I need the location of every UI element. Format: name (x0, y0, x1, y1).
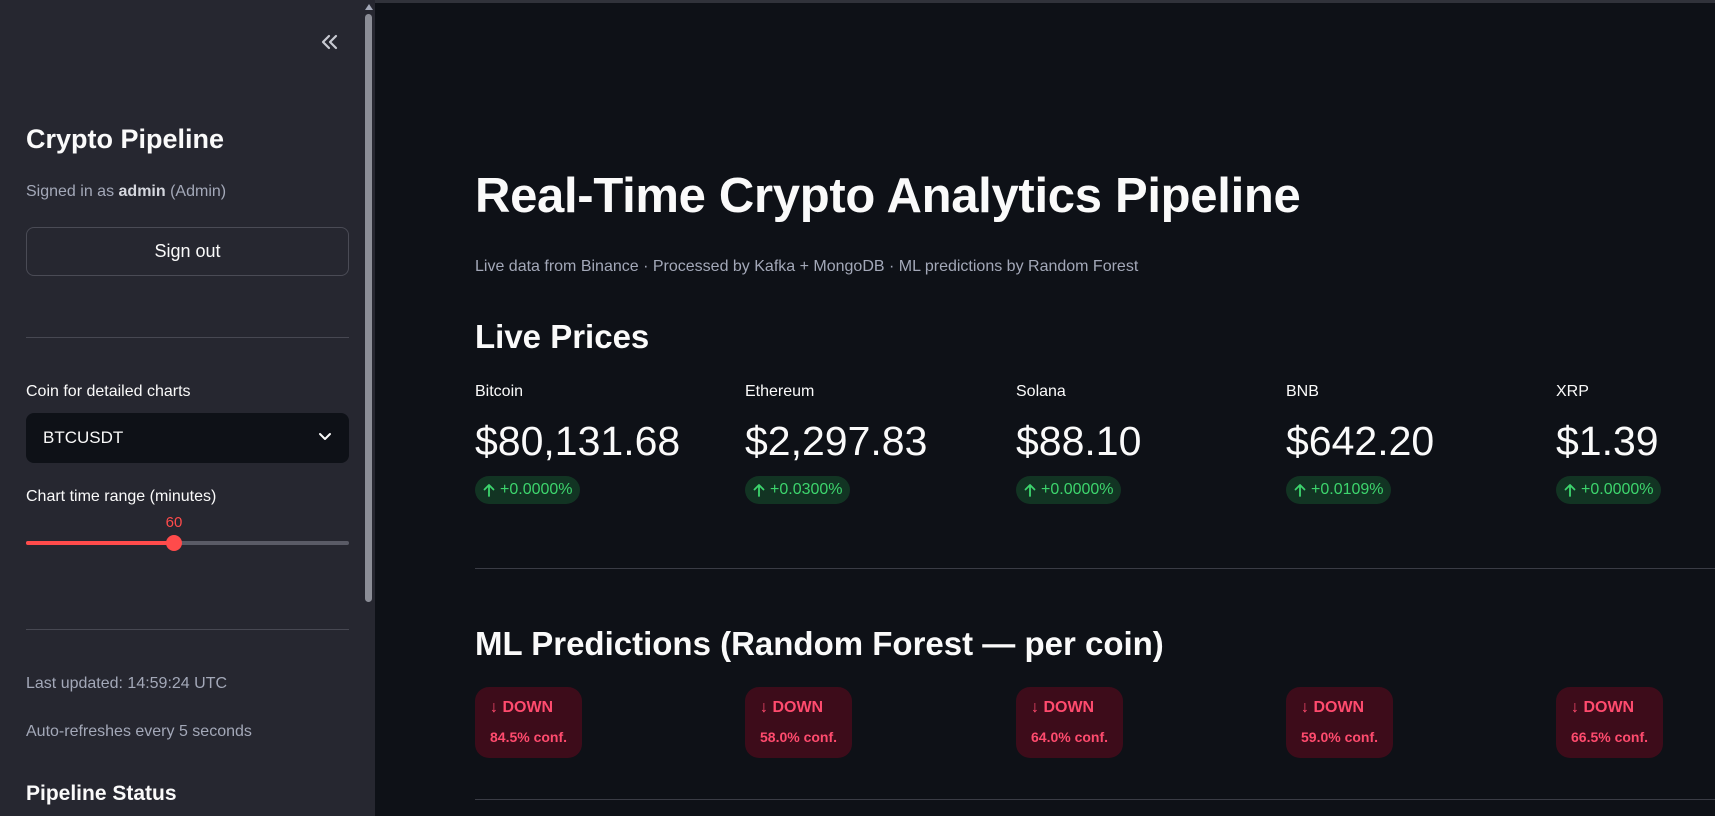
sign-out-button[interactable]: Sign out (26, 227, 349, 276)
price-metric: XRP $1.39 +0.0000% (1556, 383, 1706, 504)
metric-delta: +0.0300% (745, 476, 850, 504)
metric-value: $88.10 (1016, 418, 1142, 464)
metric-label: XRP (1556, 383, 1589, 400)
sidebar: Crypto Pipeline Signed in as admin (Admi… (0, 0, 375, 816)
coin-select[interactable]: BTCUSDT (26, 413, 349, 463)
prediction-direction: ↓ DOWN (1031, 699, 1095, 716)
sidebar-scroll-thumb[interactable] (365, 14, 372, 602)
page-title: Real-Time Crypto Analytics Pipeline (475, 169, 1301, 223)
ml-predictions-heading: ML Predictions (Random Forest — per coin… (475, 625, 1164, 662)
metric-delta-value: +0.0000% (1041, 481, 1114, 498)
metric-delta: +0.0000% (1556, 476, 1661, 504)
prediction-confidence: 66.5% conf. (1571, 729, 1649, 745)
prediction-card: ↓ DOWN 66.5% conf. (1556, 687, 1664, 758)
sidebar-title: Crypto Pipeline (26, 124, 225, 154)
prediction-confidence: 58.0% conf. (760, 729, 838, 745)
signed-in-username: admin (118, 183, 166, 200)
metric-delta-value: +0.0109% (1311, 481, 1384, 498)
arrow-up-icon (1024, 484, 1036, 497)
arrow-up-icon (753, 484, 765, 497)
prediction-direction: ↓ DOWN (1301, 699, 1365, 716)
coin-select-value: BTCUSDT (43, 428, 124, 447)
arrow-up-icon (483, 484, 495, 497)
price-metric: Bitcoin $80,131.68 +0.0000% (475, 383, 725, 504)
top-border (375, 0, 1715, 3)
prediction-confidence: 59.0% conf. (1301, 729, 1379, 745)
price-metric: Solana $88.10 +0.0000% (1016, 383, 1266, 504)
metric-delta: +0.0000% (1016, 476, 1121, 504)
prediction-card: ↓ DOWN 64.0% conf. (1016, 687, 1124, 758)
live-prices-heading: Live Prices (475, 318, 650, 355)
metric-delta-value: +0.0000% (1581, 481, 1654, 498)
signed-in-text: Signed in as admin (Admin) (26, 183, 226, 201)
prediction-confidence: 64.0% conf. (1031, 729, 1109, 745)
range-slider[interactable]: 60 (26, 508, 349, 551)
range-slider-value: 60 (165, 514, 183, 531)
range-slider-label: Chart time range (minutes) (26, 488, 217, 505)
price-metric: BNB $642.20 +0.0109% (1286, 383, 1536, 504)
metric-value: $642.20 (1286, 418, 1435, 464)
page-caption: Live data from Binance · Processed by Ka… (475, 258, 1139, 275)
prediction-card: ↓ DOWN 84.5% conf. (475, 687, 583, 758)
signed-in-prefix: Signed in as (26, 183, 115, 200)
metric-value: $80,131.68 (475, 418, 681, 464)
sidebar-divider (26, 629, 349, 630)
last-updated-text: Last updated: 14:59:24 UTC (26, 675, 228, 692)
prediction-card: ↓ DOWN 59.0% conf. (1286, 687, 1394, 758)
range-slider-fill (26, 541, 174, 545)
arrow-up-icon (1294, 484, 1306, 497)
metric-value: $1.39 (1556, 418, 1659, 464)
metric-label: Ethereum (745, 383, 815, 400)
metric-label: Bitcoin (475, 383, 524, 400)
double-chevron-left-icon[interactable] (316, 28, 344, 56)
coin-select-label: Coin for detailed charts (26, 383, 191, 400)
prediction-direction: ↓ DOWN (490, 699, 554, 716)
metric-label: Solana (1016, 383, 1066, 400)
prediction-direction: ↓ DOWN (1571, 699, 1635, 716)
chevron-down-icon (319, 433, 331, 440)
metric-delta-value: +0.0000% (500, 481, 573, 498)
metric-label: BNB (1286, 383, 1319, 400)
signed-in-role: (Admin) (170, 183, 227, 200)
metric-delta: +0.0000% (475, 476, 580, 504)
prediction-card: ↓ DOWN 58.0% conf. (745, 687, 853, 758)
range-slider-thumb[interactable] (166, 535, 182, 551)
prediction-confidence: 84.5% conf. (490, 729, 568, 745)
pipeline-status-heading: Pipeline Status (26, 782, 177, 805)
price-metric: Ethereum $2,297.83 +0.0300% (745, 383, 995, 504)
auto-refresh-text: Auto-refreshes every 5 seconds (26, 723, 252, 740)
section-divider (475, 568, 1715, 569)
section-divider (475, 799, 1715, 800)
metric-delta-value: +0.0300% (770, 481, 843, 498)
prediction-direction: ↓ DOWN (760, 699, 824, 716)
sidebar-divider (26, 337, 349, 338)
metric-value: $2,297.83 (745, 418, 928, 464)
scroll-up-arrow-icon[interactable] (365, 4, 373, 10)
arrow-up-icon (1564, 484, 1576, 497)
app-root: Crypto Pipeline Signed in as admin (Admi… (0, 0, 1715, 816)
metric-delta: +0.0109% (1286, 476, 1391, 504)
